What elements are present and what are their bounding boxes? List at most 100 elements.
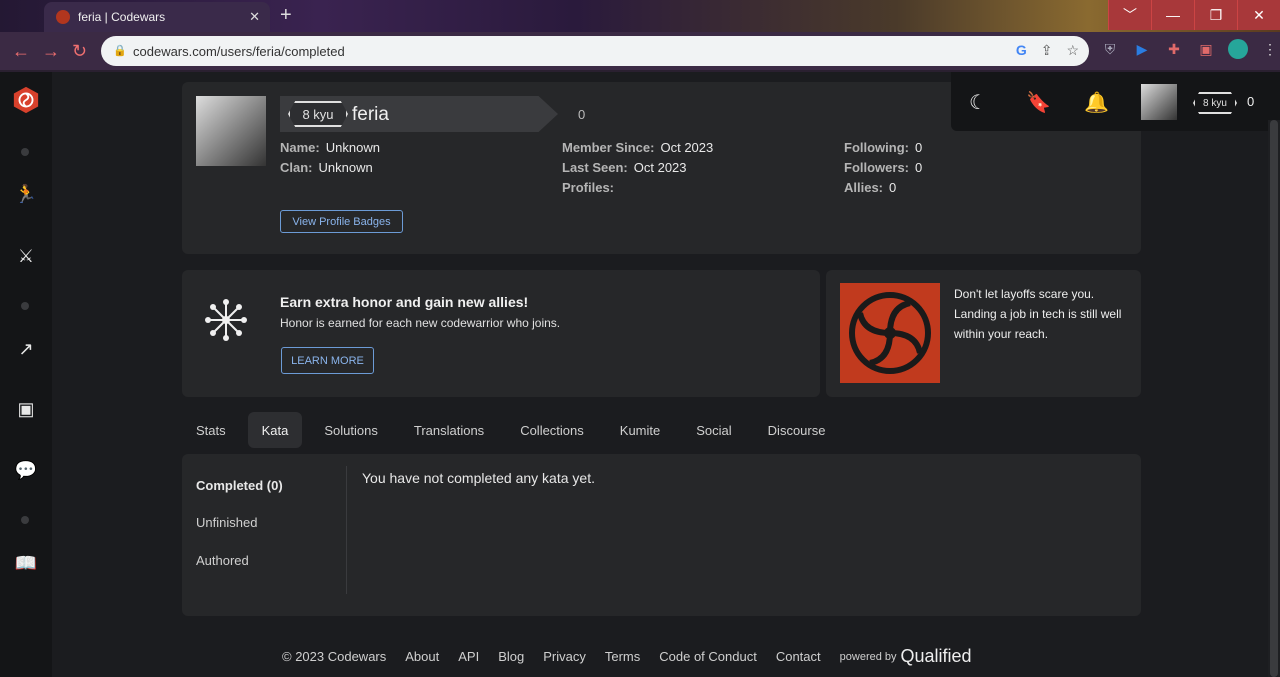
tab-discourse[interactable]: Discourse xyxy=(754,412,840,448)
user-toolbar: ☾ 🔖 🔔 8 kyu 0 xyxy=(951,72,1280,131)
footer-link-code-of-conduct[interactable]: Code of Conduct xyxy=(659,649,757,664)
kata-filter-authored[interactable]: Authored xyxy=(196,553,249,568)
tab-kumite[interactable]: Kumite xyxy=(606,412,674,448)
bookmark-star-icon[interactable]: ☆ xyxy=(1066,42,1079,59)
powered-by-label: powered by xyxy=(839,650,897,663)
codewars-logo-svg xyxy=(13,86,39,114)
tab-translations[interactable]: Translations xyxy=(400,412,498,448)
footer-link-privacy[interactable]: Privacy xyxy=(543,649,586,664)
tab-stats[interactable]: Stats xyxy=(182,412,240,448)
leaderboard-icon[interactable]: ↗ xyxy=(12,335,40,363)
following-label: Following: xyxy=(844,140,909,155)
tab-kata[interactable]: Kata xyxy=(247,412,303,448)
scrollbar[interactable] xyxy=(1268,120,1280,677)
name-row: Name: Unknown xyxy=(280,140,380,155)
allies-row: Allies: 0 xyxy=(844,180,896,195)
footer-link-blog[interactable]: Blog xyxy=(498,649,524,664)
allies-value: 0 xyxy=(889,180,897,195)
forward-arrow-icon[interactable]: → xyxy=(42,41,60,62)
qualified-logo[interactable]: Qualified xyxy=(901,646,972,667)
name-label: Name: xyxy=(280,140,320,155)
share-icon[interactable]: ⇪ xyxy=(1041,42,1053,59)
url-text: codewars.com/users/feria/completed xyxy=(133,43,345,59)
footer-link-about[interactable]: About xyxy=(405,649,439,664)
url-input[interactable]: 🔒 codewars.com/users/feria/completed G ⇪… xyxy=(101,36,1089,66)
sidebar-separator-dot xyxy=(21,516,29,524)
lock-icon: 🔒 xyxy=(113,45,127,57)
promo-subtitle: Honor is earned for each new codewarrior… xyxy=(280,316,561,330)
browser-menu-icon[interactable]: ⋮ xyxy=(1260,39,1280,59)
discord-icon[interactable]: ▣ xyxy=(12,395,40,423)
member-since-row: Member Since: Oct 2023 xyxy=(562,140,713,155)
following-value: 0 xyxy=(914,140,923,155)
learn-more-button[interactable]: LEARN MORE xyxy=(281,347,374,374)
name-value: Unknown xyxy=(325,140,380,155)
docs-book-icon[interactable]: 📖 xyxy=(12,549,40,577)
honor-value: 0 xyxy=(578,107,586,122)
profiles-row: Profiles: xyxy=(562,180,620,195)
member-since-value: Oct 2023 xyxy=(660,140,714,155)
last-seen-value: Oct 2023 xyxy=(633,160,687,175)
left-sidebar: 🏃 ⚔ ↗ ▣ 💬 📖 xyxy=(0,72,52,677)
empty-state-message: You have not completed any kata yet. xyxy=(362,470,595,486)
back-arrow-icon[interactable]: ← xyxy=(12,41,30,62)
last-seen-label: Last Seen: xyxy=(562,160,628,175)
restore-button[interactable]: ❐ xyxy=(1194,0,1237,30)
divider xyxy=(346,466,347,594)
last-seen-row: Last Seen: Oct 2023 xyxy=(562,160,687,175)
user-avatar-small[interactable] xyxy=(1141,84,1177,120)
footer-link-api[interactable]: API xyxy=(458,649,479,664)
following-row: Following: 0 xyxy=(844,140,922,155)
kata-panel: Completed (0) Unfinished Authored You ha… xyxy=(182,454,1141,616)
profile-tabs: Stats Kata Solutions Translations Collec… xyxy=(182,412,847,448)
ad-card[interactable]: Don't let layoffs scare you. Landing a j… xyxy=(826,270,1141,397)
extension-icons: ⛨ ▶ ✚ ▣ ⋮ xyxy=(1100,39,1280,59)
tab-solutions[interactable]: Solutions xyxy=(310,412,391,448)
rank-badge: 8 kyu xyxy=(288,101,348,127)
followers-value: 0 xyxy=(915,160,923,175)
profiles-label: Profiles: xyxy=(562,180,615,195)
promo-card: Earn extra honor and gain new allies! Ho… xyxy=(182,270,820,397)
shield-extension-icon[interactable]: ⛨ xyxy=(1100,39,1120,59)
moon-icon[interactable]: ☾ xyxy=(969,90,987,115)
bell-icon[interactable]: 🔔 xyxy=(1084,90,1109,115)
clan-value: Unknown xyxy=(318,160,373,175)
footer-link-terms[interactable]: Terms xyxy=(605,649,640,664)
bookmark-icon[interactable]: 🔖 xyxy=(1026,90,1051,115)
view-profile-badges-button[interactable]: View Profile Badges xyxy=(280,210,403,233)
member-since-label: Member Since: xyxy=(562,140,655,155)
training-icon[interactable]: 🏃 xyxy=(12,180,40,208)
close-tab-icon[interactable]: ✕ xyxy=(249,9,260,25)
ad-logo-image[interactable] xyxy=(840,283,940,383)
footer-link-contact[interactable]: Contact xyxy=(776,649,821,664)
tab-search-icon[interactable]: ﹀ xyxy=(1108,0,1151,30)
reload-icon[interactable]: ↻ xyxy=(72,41,87,62)
codewars-favicon-icon xyxy=(56,10,70,24)
browser-profile-avatar[interactable] xyxy=(1228,39,1248,59)
minimize-button[interactable]: — xyxy=(1151,0,1194,30)
play-extension-icon[interactable]: ▶ xyxy=(1132,39,1152,59)
footer-copyright: © 2023 Codewars xyxy=(282,649,387,664)
puzzle-extension-icon[interactable]: ✚ xyxy=(1164,39,1184,59)
allies-label: Allies: xyxy=(844,180,884,195)
kata-filter-completed[interactable]: Completed (0) xyxy=(196,478,283,493)
followers-row: Followers: 0 xyxy=(844,160,922,175)
codewars-logo-icon[interactable] xyxy=(12,86,40,114)
clan-row: Clan: Unknown xyxy=(280,160,373,175)
google-icon[interactable]: G xyxy=(1016,42,1027,59)
ad-text[interactable]: Don't let layoffs scare you. Landing a j… xyxy=(954,284,1124,344)
window-controls: ﹀ — ❐ ✕ xyxy=(1108,0,1280,30)
tab-collections[interactable]: Collections xyxy=(506,412,598,448)
tab-title: feria | Codewars xyxy=(78,10,166,24)
new-tab-button[interactable]: + xyxy=(280,4,292,27)
footer: © 2023 Codewars About API Blog Privacy T… xyxy=(282,646,972,667)
tab-social[interactable]: Social xyxy=(682,412,745,448)
practice-icon[interactable]: ⚔ xyxy=(12,242,40,270)
browser-tab[interactable]: feria | Codewars ✕ xyxy=(44,2,270,32)
browser-tab-bar: feria | Codewars ✕ + ﹀ — ❐ ✕ xyxy=(0,0,1280,32)
discussion-icon[interactable]: 💬 xyxy=(12,456,40,484)
close-window-button[interactable]: ✕ xyxy=(1237,0,1280,30)
scrollbar-thumb[interactable] xyxy=(1270,120,1278,677)
sidepanel-icon[interactable]: ▣ xyxy=(1196,39,1216,59)
kata-filter-unfinished[interactable]: Unfinished xyxy=(196,515,257,530)
